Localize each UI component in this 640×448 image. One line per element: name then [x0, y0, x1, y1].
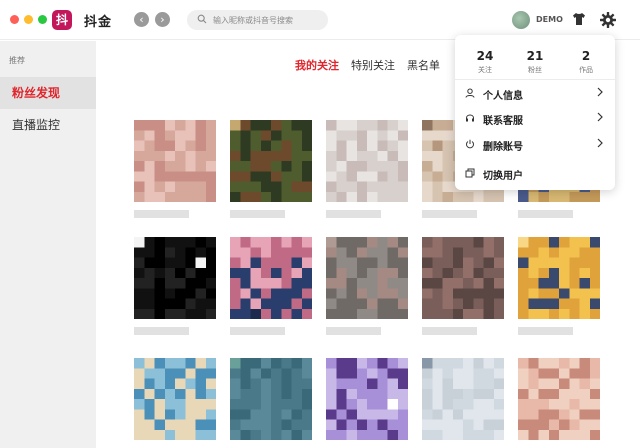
user-card[interactable]: [326, 120, 410, 218]
menu-item-support[interactable]: 联系客服: [455, 107, 615, 129]
app-title: 抖金: [84, 15, 113, 30]
user-avatar-thumbnail: [230, 237, 312, 319]
stat-works[interactable]: 2 作品: [566, 49, 606, 75]
user-name-placeholder: [326, 210, 381, 218]
forward-button[interactable]: ›: [155, 12, 170, 27]
stat-followers[interactable]: 21 粉丝: [515, 49, 555, 75]
user-name-placeholder: [326, 327, 381, 335]
user-dropdown-menu: 24 关注 21 粉丝 2 作品 个人信息 联系客服 删除账号 切换用户: [455, 35, 615, 190]
user-name-placeholder: [422, 327, 477, 335]
user-card[interactable]: [230, 120, 314, 218]
user-name-placeholder: [422, 210, 477, 218]
user-name-placeholder: [134, 327, 189, 335]
menu-item-switch-user[interactable]: 切换用户: [455, 162, 615, 184]
headset-icon: [466, 114, 474, 122]
user-card[interactable]: [422, 358, 506, 448]
avatar[interactable]: [512, 11, 530, 29]
user-avatar-thumbnail: [326, 120, 408, 202]
user-card[interactable]: [518, 358, 602, 448]
user-avatar-thumbnail: [518, 237, 600, 319]
back-icon: ‹: [139, 13, 144, 26]
sidebar-item-fan-discovery[interactable]: 粉丝发现: [0, 77, 96, 109]
user-avatar-thumbnail: [134, 358, 216, 440]
stat-followers-label: 粉丝: [528, 66, 542, 74]
back-button[interactable]: ‹: [134, 12, 149, 27]
user-card[interactable]: [422, 237, 506, 335]
menu-item-switch-user-label: 切换用户: [483, 171, 523, 182]
tab-special-following[interactable]: 特别关注: [351, 57, 395, 73]
title-bar: 抖 抖金 ‹ › DEMO: [0, 0, 640, 40]
user-name-placeholder: [230, 327, 285, 335]
user-avatar-thumbnail: [134, 237, 216, 319]
search-icon: [197, 14, 207, 24]
stat-works-value: 2: [581, 49, 591, 63]
user-card[interactable]: [326, 237, 410, 335]
chevron-right-icon: [597, 138, 603, 148]
user-card[interactable]: [518, 237, 602, 335]
search-bar: [187, 10, 328, 30]
menu-item-profile[interactable]: 个人信息: [455, 82, 615, 104]
tab-my-following[interactable]: 我的关注: [295, 57, 339, 73]
stat-works-label: 作品: [579, 66, 593, 74]
user-card[interactable]: [326, 358, 410, 448]
menu-item-delete-account[interactable]: 删除账号: [455, 133, 615, 155]
gear-icon[interactable]: [599, 11, 617, 29]
tab-blacklist[interactable]: 黑名单: [407, 57, 440, 73]
forward-icon: ›: [160, 13, 165, 26]
sidebar-item-live-monitor[interactable]: 直播监控: [0, 109, 96, 141]
shirt-icon[interactable]: [571, 11, 587, 27]
user-card[interactable]: [134, 358, 218, 448]
user-avatar-thumbnail: [422, 237, 504, 319]
user-name-placeholder: [518, 210, 573, 218]
user-name-placeholder: [134, 210, 189, 218]
user-avatar-thumbnail: [422, 358, 504, 440]
chevron-right-icon: [597, 112, 603, 122]
user-card[interactable]: [230, 237, 314, 335]
user-avatar-thumbnail: [518, 358, 600, 440]
user-avatar-thumbnail: [230, 120, 312, 202]
menu-item-profile-label: 个人信息: [483, 91, 523, 102]
user-name-placeholder: [518, 327, 573, 335]
menu-item-delete-account-label: 删除账号: [483, 142, 523, 153]
switch-user-icon: [465, 168, 475, 178]
window-maximize-button[interactable]: [38, 15, 47, 24]
chevron-right-icon: [597, 87, 603, 97]
stat-followers-value: 21: [526, 49, 544, 63]
window-minimize-button[interactable]: [24, 15, 33, 24]
user-avatar-thumbnail: [134, 120, 216, 202]
user-name-placeholder: [230, 210, 285, 218]
user-icon: [465, 88, 475, 98]
user-card[interactable]: [134, 120, 218, 218]
user-card[interactable]: [134, 237, 218, 335]
stat-following-label: 关注: [478, 66, 492, 74]
menu-divider: [455, 79, 615, 80]
user-card[interactable]: [230, 358, 314, 448]
window-close-button[interactable]: [10, 15, 19, 24]
power-icon: [466, 139, 474, 149]
user-avatar-thumbnail: [326, 358, 408, 440]
user-avatar-thumbnail: [326, 237, 408, 319]
menu-item-support-label: 联系客服: [483, 116, 523, 127]
stat-following[interactable]: 24 关注: [465, 49, 505, 75]
search-input[interactable]: [213, 12, 321, 28]
sidebar: 推荐 粉丝发现 直播监控: [0, 41, 96, 448]
user-name[interactable]: DEMO: [536, 15, 563, 24]
stat-following-value: 24: [476, 49, 494, 63]
user-avatar-thumbnail: [230, 358, 312, 440]
sidebar-heading: 推荐: [9, 56, 25, 65]
app-logo: 抖: [52, 10, 72, 30]
